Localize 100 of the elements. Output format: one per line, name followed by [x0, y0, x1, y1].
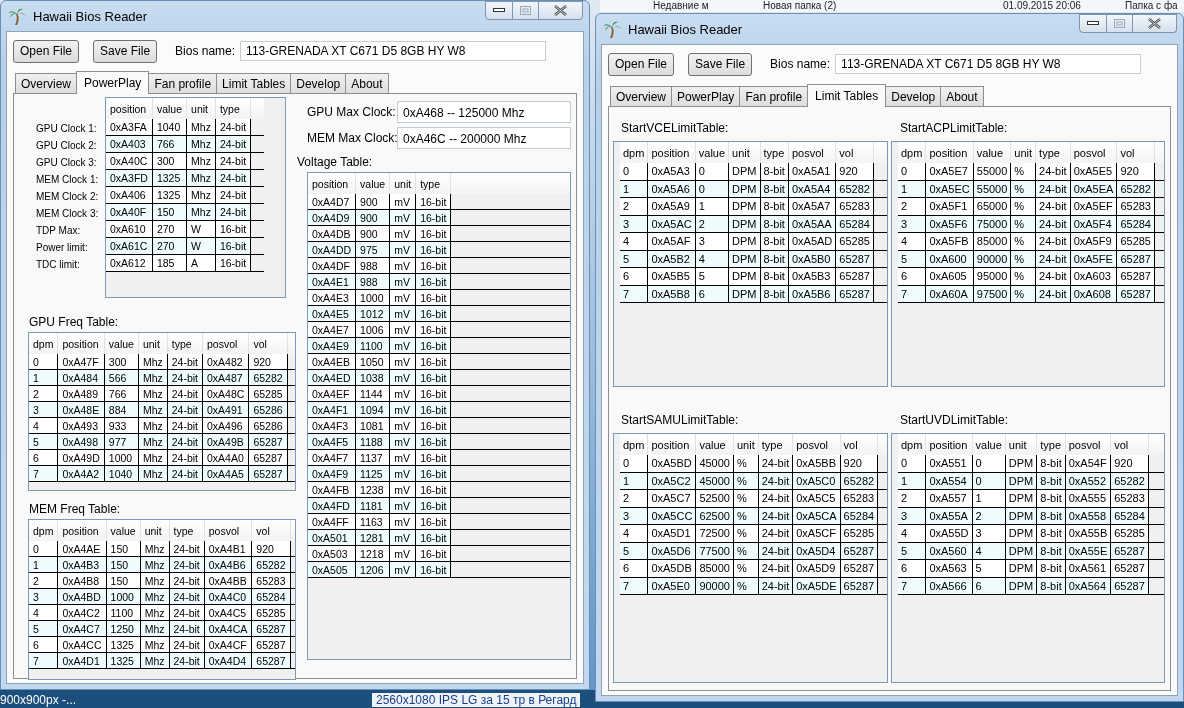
column-header[interactable]: vol [248, 333, 288, 354]
tab[interactable]: About [940, 86, 984, 106]
minimize-button[interactable] [485, 1, 513, 20]
table-cell: 920 [840, 455, 878, 472]
column-header[interactable]: type [760, 142, 789, 163]
column-header[interactable]: unit [733, 434, 759, 455]
column-header[interactable]: unit [728, 142, 760, 163]
table-cell: Mhz [140, 541, 169, 557]
tab[interactable]: Fan profile [148, 73, 218, 93]
column-header[interactable]: posvol [1070, 142, 1117, 163]
tab[interactable]: Overview [15, 73, 77, 93]
table-cell: 24-bit [215, 119, 251, 136]
tab[interactable]: Fan profile [739, 86, 809, 106]
table-cell: Mhz [138, 354, 168, 370]
column-header[interactable]: position [57, 520, 107, 541]
clock-label: MEM Clock 1: [35, 173, 100, 187]
close-icon [1148, 18, 1161, 29]
column-header[interactable]: value [972, 434, 1006, 455]
column-header[interactable]: posvol [1065, 434, 1111, 455]
column-header[interactable]: vol [840, 434, 878, 455]
table-cell: 24-bit [167, 354, 203, 370]
column-header[interactable]: type [167, 333, 203, 354]
column-header[interactable]: posvol [788, 142, 836, 163]
column-header[interactable]: value [106, 520, 141, 541]
column-header[interactable]: posvol [792, 434, 841, 455]
column-header[interactable]: position [925, 142, 974, 163]
close-button[interactable] [1133, 14, 1177, 33]
column-header[interactable]: type [169, 520, 205, 541]
table-cell: mV [389, 194, 416, 210]
table-title: Voltage Table: [297, 155, 374, 169]
column-header[interactable]: position [57, 333, 105, 354]
column-header[interactable]: vol [835, 142, 874, 163]
minimize-button[interactable] [1079, 14, 1107, 33]
tab[interactable]: Limit Tables [216, 73, 292, 93]
column-header[interactable]: dpm [898, 434, 926, 455]
table-cell: 45000 [695, 455, 734, 472]
column-header[interactable]: unit [186, 98, 216, 119]
field-label: Bios name: [175, 44, 236, 58]
tab[interactable]: PowerPlay [671, 86, 741, 106]
column-header[interactable]: value [973, 142, 1011, 163]
column-header[interactable]: posvol [204, 520, 252, 541]
column-header[interactable]: position [308, 173, 356, 194]
column-header[interactable]: unit [1010, 142, 1036, 163]
table-cell: 0 [620, 455, 648, 472]
file-list-text: Недавние м [653, 0, 709, 12]
column-header[interactable]: type [758, 434, 793, 455]
column-header[interactable]: value [355, 173, 390, 194]
text-field[interactable]: 0xA468 -- 125000 Mhz [397, 101, 571, 123]
column-header[interactable]: unit [389, 173, 416, 194]
column-header[interactable]: type [1036, 434, 1066, 455]
column-header[interactable]: vol [1110, 434, 1149, 455]
text-field[interactable]: 0xA46C -- 200000 Mhz [397, 127, 571, 149]
table-cell: 0xA5BB [792, 455, 841, 472]
column-header[interactable]: type [215, 98, 251, 119]
file-button[interactable]: Open File [13, 39, 80, 63]
column-header[interactable]: position [925, 434, 973, 455]
column-header[interactable]: dpm [29, 520, 58, 541]
column-header[interactable]: dpm [620, 434, 648, 455]
column-header[interactable]: value [695, 434, 734, 455]
column-header[interactable]: posvol [202, 333, 249, 354]
field-label: MEM Max Clock: [307, 131, 397, 145]
table-title: StartACPLimitTable: [900, 121, 1009, 135]
column-header[interactable]: vol [251, 520, 290, 541]
column-header[interactable]: dpm [898, 142, 926, 163]
bios-name-field[interactable]: 113-GRENADA XT C671 D5 8GB HY W8 [835, 54, 1142, 74]
field-label: GPU Max Clock: [307, 105, 397, 119]
bios-name-field[interactable]: 113-GRENADA XT C671 D5 8GB HY W8 [240, 41, 547, 61]
close-button[interactable] [539, 1, 583, 20]
window-title: Hawaii Bios Reader [33, 8, 148, 24]
column-header[interactable]: position [647, 434, 696, 455]
column-header[interactable]: value [104, 333, 139, 354]
table-cell: 0xA54F [1065, 455, 1111, 472]
table-cell: 24-bit [169, 541, 205, 557]
table-cell: 920 [835, 163, 874, 180]
column-header[interactable]: value [152, 98, 187, 119]
tab[interactable]: Limit Tables [807, 84, 887, 107]
palm-tree-icon [7, 6, 27, 26]
column-header[interactable]: vol [1116, 142, 1155, 163]
column-header[interactable]: type [415, 173, 451, 194]
table-cell: 24-bit [758, 455, 793, 472]
tab[interactable]: About [345, 73, 389, 93]
column-header[interactable]: unit [138, 333, 168, 354]
tab[interactable]: Develop [885, 86, 942, 106]
tab[interactable]: Overview [610, 86, 672, 106]
column-header[interactable]: value [695, 142, 729, 163]
column-header[interactable]: unit [140, 520, 169, 541]
column-header[interactable]: position [647, 142, 696, 163]
column-header[interactable]: position [106, 98, 153, 119]
column-header[interactable]: unit [1005, 434, 1037, 455]
column-header[interactable]: dpm [29, 333, 58, 354]
column-header[interactable]: type [1035, 142, 1071, 163]
file-button[interactable]: Open File [608, 52, 675, 76]
file-button[interactable]: Save File [93, 39, 158, 63]
tab[interactable]: PowerPlay [76, 71, 150, 94]
table-cell: 920 [251, 541, 290, 557]
background-text: 900x900px -... [0, 693, 77, 707]
clock-label: MEM Clock 2: [35, 190, 100, 204]
tab[interactable]: Develop [290, 73, 347, 93]
file-button[interactable]: Save File [688, 52, 753, 76]
column-header[interactable]: dpm [620, 142, 648, 163]
